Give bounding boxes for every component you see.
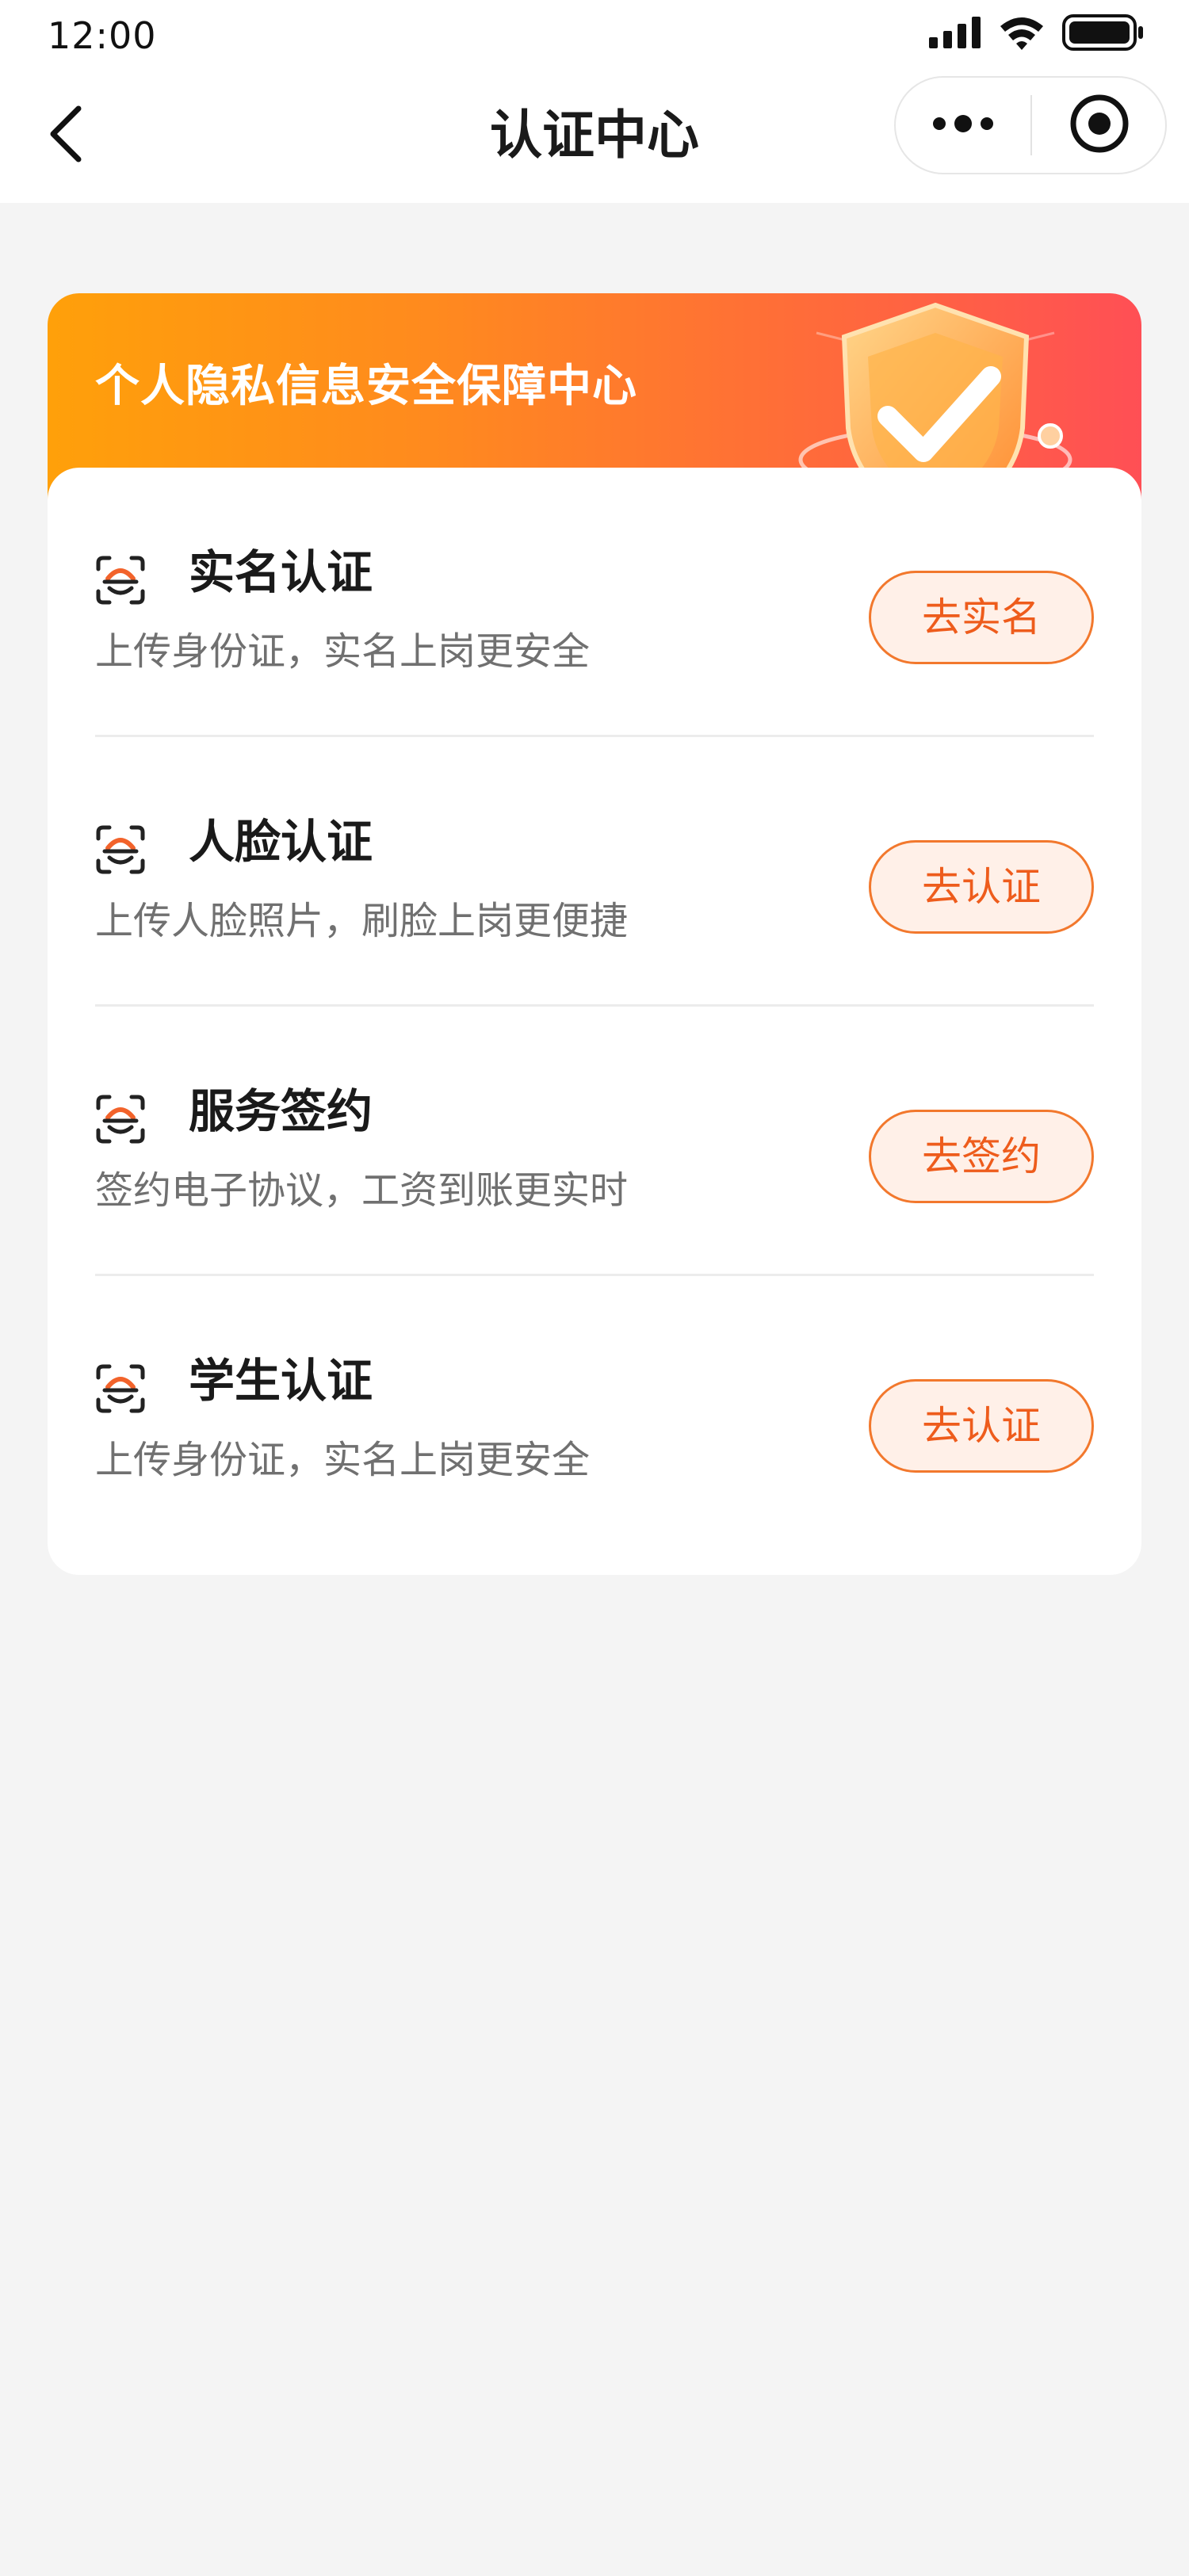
list-item-service-sign: 服务签约 签约电子协议，工资到账更实时 去签约 <box>95 1007 1094 1276</box>
go-real-name-button[interactable]: 去实名 <box>869 571 1094 664</box>
target-close-icon <box>1069 93 1130 158</box>
more-dots-icon <box>931 114 995 136</box>
auth-card: 实名认证 上传身份证，实名上岗更安全 去实名 人脸认证 上传人脸照片，刷脸上岗更… <box>48 468 1141 1575</box>
item-desc: 上传人脸照片，刷脸上岗更便捷 <box>95 899 629 943</box>
status-icons <box>929 13 1145 55</box>
signal-icon <box>929 17 981 52</box>
status-time: 12:00 <box>48 14 157 57</box>
scan-face-icon <box>95 824 146 875</box>
status-bar: 12:00 <box>0 0 1189 71</box>
mini-program-capsule <box>894 76 1167 174</box>
go-sign-button[interactable]: 去签约 <box>869 1110 1094 1203</box>
wifi-icon <box>999 15 1045 53</box>
item-title: 学生认证 <box>189 1354 373 1408</box>
list-item-student-auth: 学生认证 上传身份证，实名上岗更安全 去认证 <box>95 1276 1094 1546</box>
scan-face-icon <box>95 555 146 606</box>
item-title: 实名认证 <box>189 545 373 599</box>
item-desc: 上传身份证，实名上岗更安全 <box>95 1438 591 1482</box>
list-item-face-auth: 人脸认证 上传人脸照片，刷脸上岗更便捷 去认证 <box>95 737 1094 1007</box>
close-button[interactable] <box>1032 78 1167 173</box>
go-face-auth-button[interactable]: 去认证 <box>869 840 1094 934</box>
go-student-auth-button[interactable]: 去认证 <box>869 1379 1094 1473</box>
list-item-real-name: 实名认证 上传身份证，实名上岗更安全 去实名 <box>95 468 1094 737</box>
scan-face-icon <box>95 1094 146 1145</box>
banner-title: 个人隐私信息安全保障中心 <box>95 361 637 412</box>
nav-bar: 认证中心 <box>0 71 1189 203</box>
item-title: 人脸认证 <box>189 815 373 869</box>
battery-icon <box>1062 14 1145 54</box>
item-title: 服务签约 <box>189 1084 373 1138</box>
more-button[interactable] <box>896 78 1030 173</box>
item-desc: 上传身份证，实名上岗更安全 <box>95 629 591 674</box>
item-desc: 签约电子协议，工资到账更实时 <box>95 1168 629 1213</box>
scan-face-icon <box>95 1363 146 1414</box>
